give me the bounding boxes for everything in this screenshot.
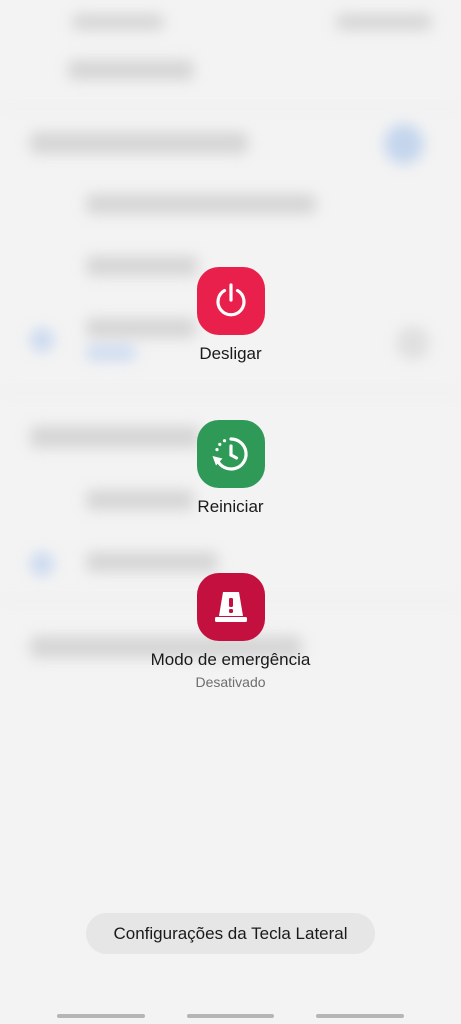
- emergency-mode-button[interactable]: Modo de emergência Desativado: [0, 573, 461, 691]
- power-off-button[interactable]: Desligar: [0, 267, 461, 364]
- emergency-mode-label: Modo de emergência: [150, 650, 311, 669]
- power-icon: [215, 283, 246, 317]
- power-menu: Desligar Reiniciar Modo de emergência De…: [0, 0, 461, 1024]
- back-button[interactable]: [316, 1014, 404, 1018]
- power-off-label: Desligar: [199, 344, 262, 363]
- navigation-bar: [0, 1008, 461, 1024]
- recent-apps-button[interactable]: [57, 1014, 145, 1018]
- emergency-mode-tile[interactable]: [196, 573, 265, 641]
- power-off-tile[interactable]: [196, 267, 265, 335]
- restart-label: Reiniciar: [197, 497, 264, 516]
- emergency-icon: [214, 592, 247, 622]
- restart-icon: [212, 437, 248, 471]
- restart-tile[interactable]: [196, 420, 265, 488]
- restart-button[interactable]: Reiniciar: [0, 420, 461, 517]
- side-key-settings-button[interactable]: Configurações da Tecla Lateral: [86, 913, 375, 954]
- home-button[interactable]: [187, 1014, 274, 1018]
- emergency-mode-status: Desativado: [195, 674, 266, 690]
